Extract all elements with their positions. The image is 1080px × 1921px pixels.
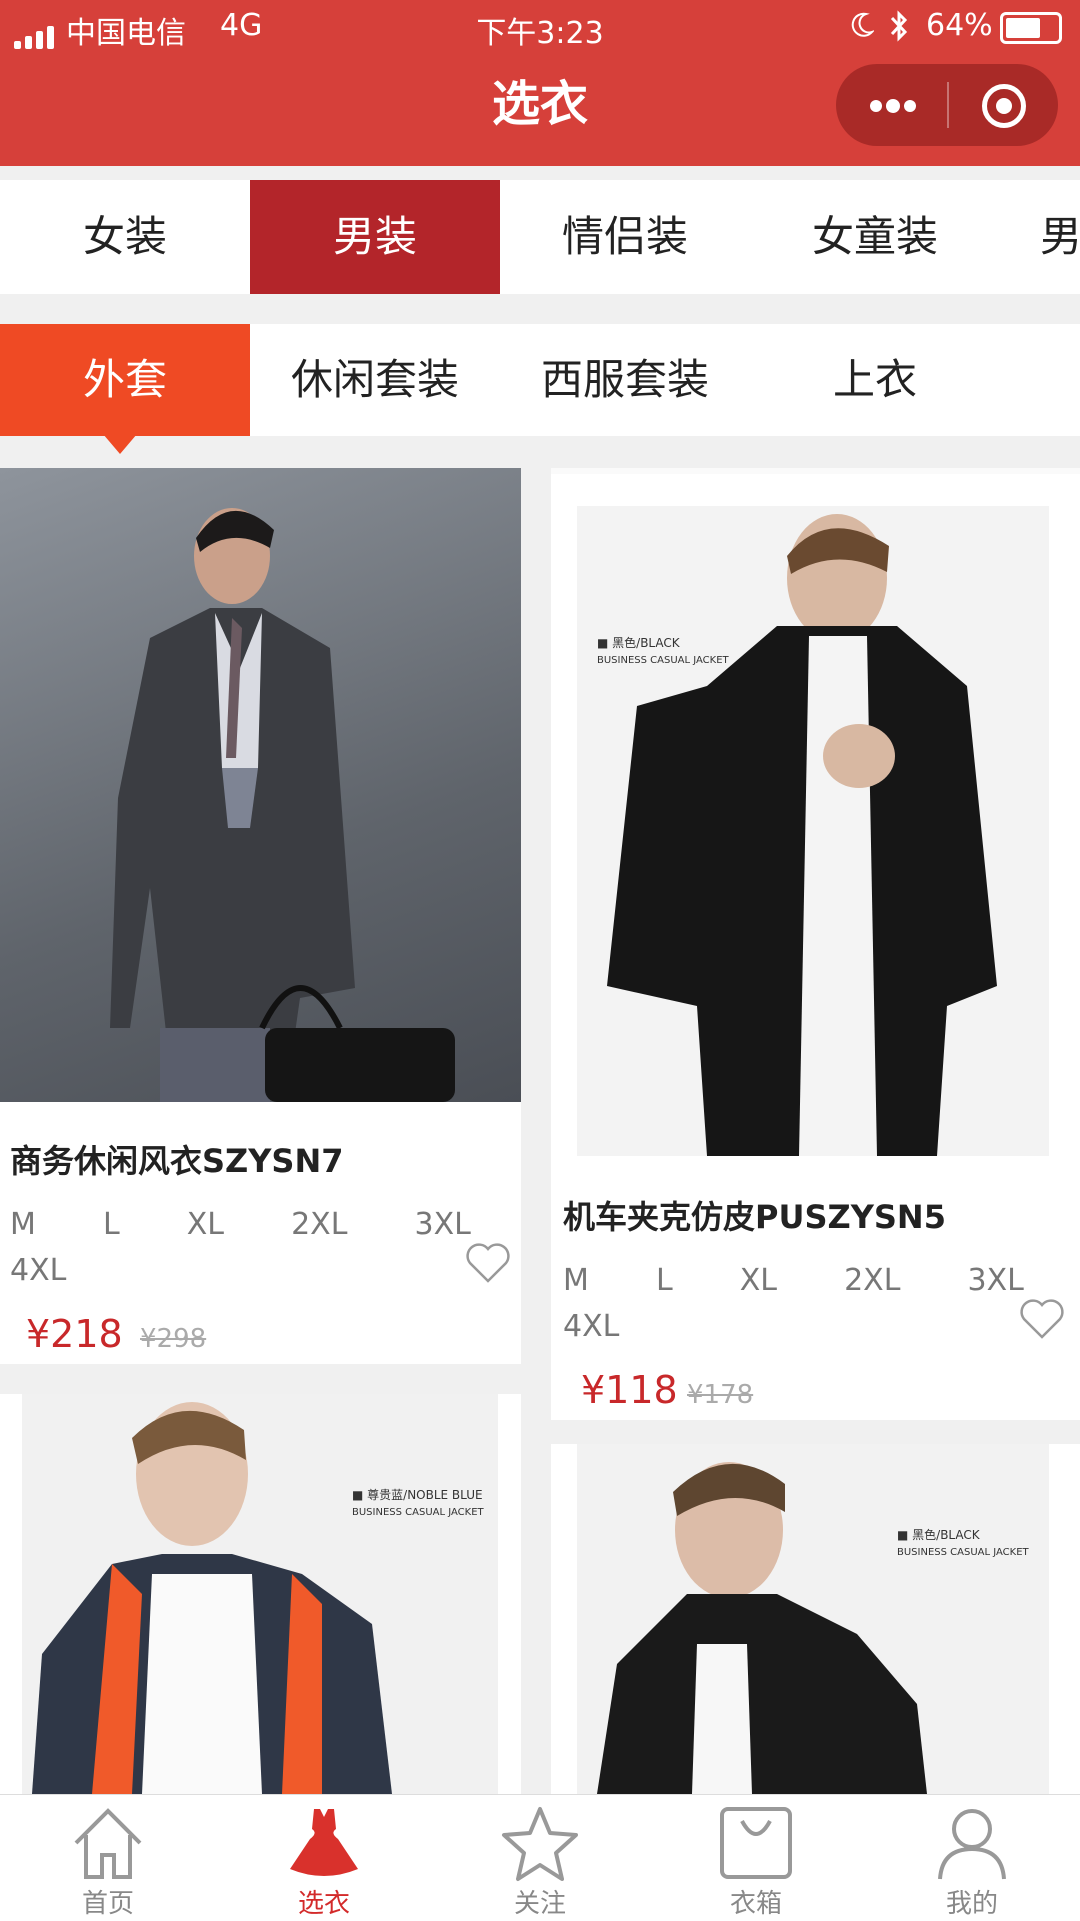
photo-color-tag: ■ 黑色/BLACK BUSINESS CASUAL JACKET: [897, 1528, 1029, 1558]
photo-color-tag: ■ 黑色/BLACK BUSINESS CASUAL JACKET: [597, 636, 729, 666]
moon-icon: [851, 12, 874, 37]
product-name[interactable]: 商务休闲风衣SZYSN7: [10, 1136, 344, 1182]
product-card[interactable]: ■ 黑色/BLACK BUSINESS CASUAL JACKET 机车夹克仿皮…: [551, 468, 1080, 1420]
home-icon: [74, 1808, 142, 1879]
nav-mine[interactable]: 我的: [864, 1795, 1080, 1921]
tab-boys-partial[interactable]: 男: [1040, 180, 1080, 294]
nav-wardrobe[interactable]: 衣箱: [648, 1795, 864, 1921]
person-icon: [938, 1809, 1006, 1880]
subtab-casual-sets[interactable]: 休闲套装: [250, 324, 500, 436]
subtab-tops[interactable]: 上衣: [750, 324, 1000, 436]
status-bar: 中国电信 4G 下午3:23 64%: [0, 0, 1080, 54]
nav-follow[interactable]: 关注: [432, 1795, 648, 1921]
active-tab-indicator: [103, 434, 137, 454]
size-list: M L XL 2XL 3XL 4XL: [10, 1202, 471, 1294]
product-name[interactable]: 机车夹克仿皮PUSZYSN5: [563, 1192, 946, 1238]
battery-icon: [1000, 12, 1062, 44]
tab-girls[interactable]: 女童装: [750, 180, 1000, 294]
original-price: ¥178: [687, 1380, 754, 1410]
product-photo[interactable]: ■ 黑色/BLACK BUSINESS CASUAL JACKET: [577, 1444, 1049, 1794]
bluetooth-icon: [890, 10, 908, 42]
nav-label: 选衣: [297, 1889, 350, 1919]
bottom-nav: 首页 选衣 关注 衣箱 我的: [0, 1794, 1080, 1921]
category-tabs: 女装 男装 情侣装 女童装 男: [0, 180, 1080, 294]
subtab-suit-sets[interactable]: 西服套装: [500, 324, 750, 436]
tab-men[interactable]: 男装: [250, 180, 500, 294]
close-miniprogram-icon[interactable]: [982, 84, 1026, 128]
photo-color-tag: ■ 尊贵蓝/NOBLE BLUE BUSINESS CASUAL JACKET: [352, 1488, 484, 1518]
size-line: M L XL 2XL 3XL: [10, 1207, 471, 1242]
nav-select-clothes[interactable]: 选衣: [216, 1795, 432, 1921]
product-photo[interactable]: ■ 黑色/BLACK BUSINESS CASUAL JACKET: [577, 506, 1049, 1156]
tab-women[interactable]: 女装: [0, 180, 250, 294]
star-icon: [502, 1807, 578, 1881]
product-card[interactable]: 商务休闲风衣SZYSN7 M L XL 2XL 3XL 4XL ¥218 ¥29…: [0, 468, 521, 1364]
subtab-coats[interactable]: 外套: [0, 324, 250, 436]
app-header: 中国电信 4G 下午3:23 64% 选衣: [0, 0, 1080, 166]
original-price: ¥298: [140, 1324, 207, 1354]
nav-home[interactable]: 首页: [0, 1795, 216, 1921]
product-card[interactable]: ■ 黑色/BLACK BUSINESS CASUAL JACKET: [551, 1444, 1080, 1794]
product-price: ¥218: [26, 1312, 123, 1356]
product-price: ¥118: [581, 1368, 678, 1412]
product-photo[interactable]: ■ 尊贵蓝/NOBLE BLUE BUSINESS CASUAL JACKET: [22, 1394, 498, 1794]
man-in-coat-figure: [110, 508, 455, 1102]
favorite-heart-icon[interactable]: [465, 1242, 511, 1284]
size-line: 4XL: [563, 1309, 620, 1344]
subcategory-tabs: 外套 休闲套装 西服套装 上衣: [0, 324, 1080, 436]
favorite-heart-icon[interactable]: [1019, 1298, 1065, 1340]
nav-label: 衣箱: [729, 1889, 782, 1919]
bag-icon: [720, 1807, 792, 1879]
size-line: 4XL: [10, 1253, 67, 1288]
product-photo[interactable]: [0, 468, 521, 1102]
tab-couples[interactable]: 情侣装: [500, 180, 750, 294]
man-in-leather-jacket-figure: [607, 514, 997, 1156]
more-dot: [870, 100, 882, 112]
product-card[interactable]: ■ 尊贵蓝/NOBLE BLUE BUSINESS CASUAL JACKET: [0, 1394, 521, 1794]
man-in-navy-jacket-figure: [32, 1402, 392, 1794]
man-in-black-jacket-figure: [597, 1462, 927, 1794]
mini-program-capsule: [836, 64, 1058, 146]
size-line: M L XL 2XL 3XL: [563, 1263, 1024, 1298]
nav-label: 首页: [81, 1889, 134, 1919]
nav-label: 关注: [513, 1889, 566, 1919]
dress-icon: [290, 1809, 358, 1876]
clock: 下午3:23: [476, 16, 604, 51]
size-list: M L XL 2XL 3XL 4XL: [563, 1258, 1024, 1350]
battery-percent: 64%: [926, 8, 993, 43]
nav-label: 我的: [945, 1889, 998, 1919]
